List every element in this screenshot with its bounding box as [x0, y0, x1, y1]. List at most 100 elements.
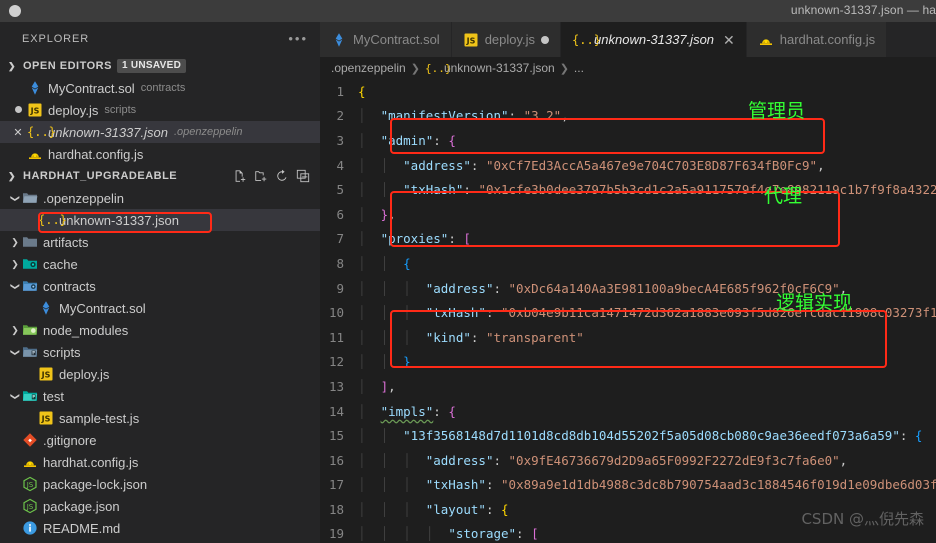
- folder-node-icon: [22, 322, 38, 338]
- tree-item-hardhat-config-js[interactable]: hardhat.config.js: [0, 451, 320, 473]
- tree-item-cache[interactable]: ❯ cache: [0, 253, 320, 275]
- nodejs-icon: JS: [22, 498, 38, 514]
- explorer-actions: [233, 169, 320, 183]
- tree-item-package-json[interactable]: JS package.json: [0, 495, 320, 517]
- open-editor-name: hardhat.config.js: [48, 146, 144, 162]
- open-editor-item[interactable]: hardhat.config.js: [0, 143, 320, 165]
- tree-item-deploy-js[interactable]: JS deploy.js: [0, 363, 320, 385]
- new-file-icon[interactable]: [233, 169, 247, 183]
- code-line-text: │ },: [358, 206, 396, 222]
- code-line: 6 │ },: [320, 202, 936, 227]
- svg-text:JS: JS: [41, 415, 51, 424]
- chevron-right-icon[interactable]: ❯: [8, 259, 22, 270]
- tree-item-sample-test-js[interactable]: JS sample-test.js: [0, 407, 320, 429]
- javascript-icon: JS: [27, 102, 43, 118]
- dirty-indicator-icon[interactable]: [541, 35, 550, 44]
- new-folder-icon[interactable]: [254, 169, 268, 183]
- tree-item-label: README.md: [43, 520, 121, 536]
- tab-strip: MyContract.sol JS deploy.js {..} unknown-313…: [320, 22, 936, 57]
- tree-item-openzeppelin[interactable]: ❯ .openzeppelin: [0, 187, 320, 209]
- chevron-down-icon: ❯: [7, 60, 17, 71]
- ellipsis-icon[interactable]: •••: [288, 32, 308, 45]
- tab-close-icon[interactable]: ✕: [723, 33, 735, 47]
- chevron-right-icon[interactable]: ❯: [8, 325, 22, 336]
- breadcrumb-segment[interactable]: ...: [574, 61, 584, 75]
- solidity-icon: [38, 300, 54, 316]
- tab-unknown-31337-json[interactable]: {..} unknown-31337.json ✕: [561, 22, 747, 57]
- tree-item-artifacts[interactable]: ❯ artifacts: [0, 231, 320, 253]
- solidity-icon: [331, 32, 347, 48]
- tab-hardhat-config-js[interactable]: hardhat.config.js: [746, 22, 888, 57]
- open-editor-item[interactable]: ✕ {..} unknown-31337.json .openzeppelin: [0, 121, 320, 143]
- chevron-down-icon[interactable]: ❯: [10, 345, 21, 359]
- line-number: 15: [328, 428, 344, 444]
- tree-item-contracts[interactable]: ❯ contracts: [0, 275, 320, 297]
- open-editor-folder: scripts: [104, 104, 137, 116]
- close-icon[interactable]: ✕: [9, 126, 27, 139]
- open-editor-item[interactable]: JS deploy.js scripts: [0, 99, 320, 121]
- open-editor-folder: contracts: [140, 82, 186, 94]
- breadcrumb-segment[interactable]: .openzeppelin: [331, 61, 406, 75]
- tree-item-label: scripts: [43, 344, 81, 360]
- line-number: 7: [336, 231, 344, 247]
- json-icon: {..}: [572, 32, 601, 47]
- code-line: 3 │ "admin": {: [320, 128, 936, 153]
- line-number: 4: [336, 157, 344, 173]
- code-line-text: │ │ "address": "0xCf7Ed3AccA5a467e9e704C…: [358, 157, 825, 173]
- tree-item-package-lock-json[interactable]: JS package-lock.json: [0, 473, 320, 495]
- javascript-icon: JS: [463, 32, 479, 48]
- tree-item-label: sample-test.js: [59, 410, 140, 426]
- project-section-header[interactable]: ❯ HARDHAT_UPGRADEABLE: [0, 165, 320, 187]
- info-icon: [22, 520, 38, 536]
- tree-item-label: node_modules: [43, 322, 129, 338]
- line-number: 14: [328, 403, 344, 419]
- code-line: 17 │ │ │ "txHash": "0x89a9e1d1db4988c3dc8…: [320, 473, 936, 498]
- solidity-icon: [27, 80, 43, 96]
- chevron-right-icon[interactable]: ❯: [8, 237, 22, 248]
- explorer-header: EXPLORER •••: [0, 22, 320, 55]
- open-editor-item[interactable]: MyContract.sol contracts: [0, 77, 320, 99]
- tree-item-node-modules[interactable]: ❯ node_modules: [0, 319, 320, 341]
- code-line-text: │ │ │ "address": "0xDc64a140Aa3E981100a9…: [358, 280, 848, 296]
- hardhat-icon: [22, 454, 38, 470]
- code-line: 4 │ │ "address": "0xCf7Ed3AccA5a467e9e704…: [320, 153, 936, 178]
- folder-contract-icon: [22, 278, 38, 294]
- tree-item-label: MyContract.sol: [59, 300, 146, 316]
- window-control-dot[interactable]: [9, 5, 21, 17]
- breadcrumb-segment[interactable]: unknown-31337.json: [444, 61, 555, 75]
- vscode-window: unknown-31337.json — ha EXPLORER ••• ❯ O…: [0, 0, 936, 543]
- code-line: 14 │ "impls": {: [320, 399, 936, 424]
- svg-text:JS: JS: [26, 503, 34, 511]
- file-tree: ❯ .openzeppelin {..} unknown-31337.json ❯ art…: [0, 187, 320, 539]
- line-number: 8: [336, 255, 344, 271]
- tab-mycontract-sol[interactable]: MyContract.sol: [320, 22, 452, 57]
- annotation-label: 代理: [764, 185, 803, 207]
- tree-item-label: artifacts: [43, 234, 89, 250]
- tree-item-label: unknown-31337.json: [59, 212, 179, 228]
- chevron-down-icon[interactable]: ❯: [10, 279, 21, 293]
- open-editors-list: MyContract.sol contracts JS deploy.js script…: [0, 77, 320, 165]
- line-number: 12: [328, 354, 344, 370]
- tree-item-gitignore[interactable]: .gitignore: [0, 429, 320, 451]
- code-line-text: │ │ │ "kind": "transparent": [358, 329, 584, 345]
- tree-item-test[interactable]: ❯ test: [0, 385, 320, 407]
- collapse-all-icon[interactable]: [296, 169, 310, 183]
- chevron-down-icon[interactable]: ❯: [10, 389, 21, 403]
- tree-item-unknown-31337-json[interactable]: {..} unknown-31337.json: [0, 209, 320, 231]
- javascript-icon: JS: [38, 410, 54, 426]
- tab-label: hardhat.config.js: [779, 32, 876, 47]
- tree-item-mycontract-sol[interactable]: MyContract.sol: [0, 297, 320, 319]
- title-bar: unknown-31337.json — ha: [0, 0, 936, 22]
- open-editors-section-header[interactable]: ❯ OPEN EDITORS 1 UNSAVED: [0, 55, 320, 77]
- svg-text:JS: JS: [26, 481, 34, 489]
- line-number: 10: [328, 305, 344, 321]
- tree-item-scripts[interactable]: ❯ scripts: [0, 341, 320, 363]
- tab-deploy-js[interactable]: JS deploy.js: [451, 22, 562, 57]
- code-line-text: │ │ "txHash": "0x1cfe3b0dee3797b5b3cd1c2…: [358, 182, 936, 198]
- code-line: 2 │ "manifestVersion": "3.2",: [320, 104, 936, 129]
- chevron-down-icon[interactable]: ❯: [10, 191, 21, 205]
- refresh-icon[interactable]: [275, 169, 289, 183]
- folder-icon: [22, 234, 38, 250]
- dirty-indicator-icon[interactable]: [9, 104, 27, 116]
- tree-item-readme-md[interactable]: README.md: [0, 517, 320, 539]
